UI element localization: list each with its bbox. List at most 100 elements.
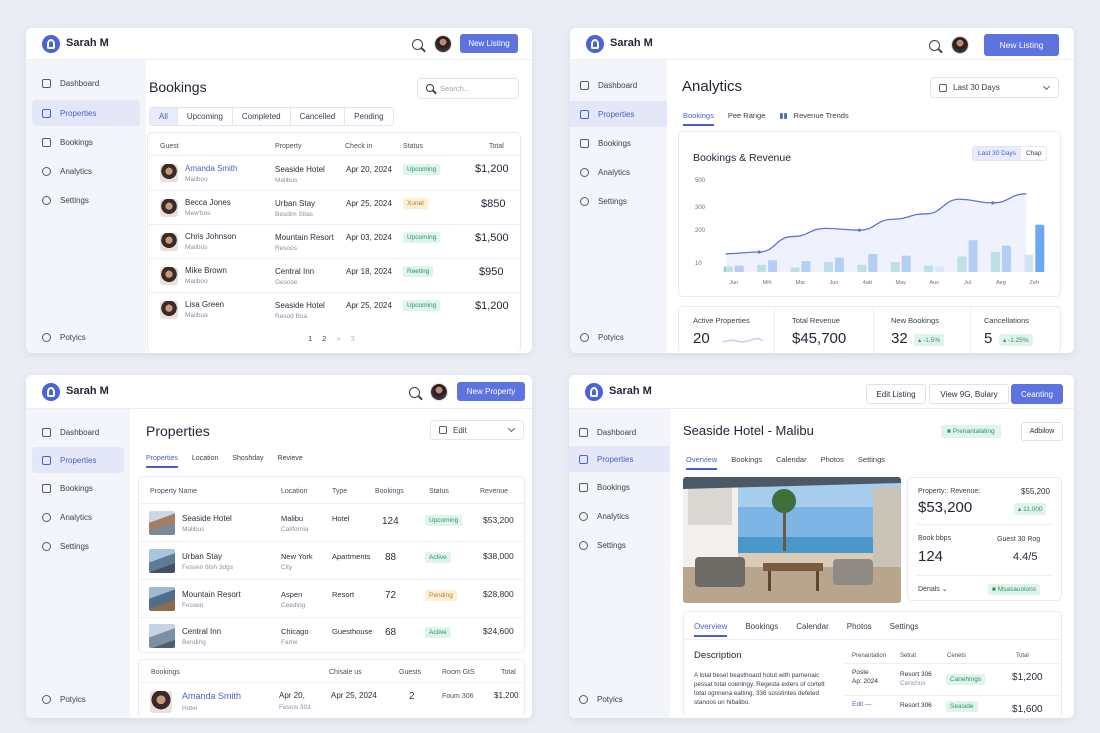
col-property-name[interactable]: Property Name <box>150 488 197 495</box>
col-chisale-us[interactable]: Chisale us <box>329 669 362 676</box>
table-row[interactable]: Chris Johnson Mailbus Mountain Resort Re… <box>148 224 520 258</box>
sidebar-item-dashboard[interactable]: Dashboard <box>32 419 124 445</box>
tab-pee-range[interactable]: Pee Range <box>728 111 766 126</box>
tab-calendar[interactable]: Calendar <box>776 455 806 470</box>
table-row[interactable]: Amanda Smith Hotel Apr 20, Fesnis 303 Ap… <box>139 682 524 718</box>
table-row[interactable]: Becca Jones Mew'bos Urban Stay Besdim Sl… <box>148 190 520 224</box>
tab-bookings[interactable]: Bookings <box>745 622 778 637</box>
table-row[interactable]: Central Inn Bending Chicago Fame Guestho… <box>139 617 524 654</box>
col-total[interactable]: Total <box>501 669 516 676</box>
sidebar-item-settings[interactable]: Settings <box>570 188 667 214</box>
sidebar-item-analytics[interactable]: Analytics <box>569 503 670 529</box>
guest-name[interactable]: Amanda Smith <box>182 691 241 701</box>
col-total[interactable]: Total <box>489 143 504 150</box>
col-cenets[interactable]: Cenets <box>947 653 966 659</box>
tab-calendar[interactable]: Calendar <box>796 622 828 637</box>
col-prenantation[interactable]: Prenantation <box>852 653 886 659</box>
col-guest[interactable]: Guest <box>160 143 179 150</box>
new-property-button[interactable]: New Property <box>457 382 525 401</box>
sidebar-item-dashboard[interactable]: Dashboard <box>570 72 667 98</box>
sidebar-item-bookings[interactable]: Bookings <box>569 474 670 500</box>
filter-pending[interactable]: Pending <box>345 108 392 125</box>
new-listing-button[interactable]: New Listing <box>984 34 1059 56</box>
guest-name[interactable]: Lisa Green <box>185 300 224 309</box>
page-next[interactable]: » <box>336 334 340 343</box>
tab-settings[interactable]: Settings <box>890 622 919 637</box>
tab-shoshday[interactable]: Shoshday <box>232 455 263 468</box>
table-row[interactable]: Mountain Resort Fessen Aspen Ceeding Res… <box>139 579 524 617</box>
page-3[interactable]: 3 <box>351 334 355 343</box>
col-setrat[interactable]: Setrat <box>900 653 916 659</box>
sidebar-item-bookings[interactable]: Bookings <box>32 129 140 155</box>
sidebar-item-bookings[interactable]: Bookings <box>570 130 667 156</box>
col-location[interactable]: Location <box>281 488 307 495</box>
search-icon[interactable] <box>412 39 423 50</box>
tab-photos[interactable]: Photos <box>847 622 872 637</box>
tab-overview[interactable]: Overview <box>694 622 728 637</box>
page-1[interactable]: 1 <box>308 334 312 343</box>
sidebar-item-bookings[interactable]: Bookings <box>32 475 124 501</box>
avatar[interactable] <box>434 35 452 53</box>
sidebar-item-potyics[interactable]: Potyics <box>32 324 140 350</box>
search-icon[interactable] <box>929 40 940 51</box>
table-row[interactable]: Edit — Resort 306 Seaside $1,600 <box>844 695 1061 718</box>
edit-listing-button[interactable]: Edit Listing <box>866 384 926 404</box>
col-checkin[interactable]: Check in <box>345 143 372 150</box>
edit-select[interactable]: Edit <box>430 420 524 440</box>
edit-link[interactable]: Edit — <box>852 701 872 708</box>
table-row[interactable]: Seaside Hotel Malibus Malibu California … <box>139 503 524 541</box>
guest-name[interactable]: Mike Brown <box>185 266 227 275</box>
sidebar-item-settings[interactable]: Settings <box>32 187 140 213</box>
col-guests[interactable]: Guests <box>399 669 421 676</box>
property-name[interactable]: Seaside Hotel <box>182 514 232 523</box>
col-bookings[interactable]: Bookings <box>375 488 404 495</box>
table-row[interactable]: Mike Brown Mailboo Central Inn Gesose Ap… <box>148 258 520 292</box>
tab-settings[interactable]: Settings <box>858 455 885 470</box>
property-name[interactable]: Central Inn <box>182 627 221 636</box>
sidebar-item-properties[interactable]: Properties <box>32 447 124 473</box>
tab-bookings[interactable]: Bookings <box>683 111 714 126</box>
sidebar-item-properties[interactable]: Properties <box>569 446 670 472</box>
filter-completed[interactable]: Completed <box>233 108 291 125</box>
date-range-select[interactable]: Last 30 Days <box>930 77 1059 98</box>
tab-revenue-trends[interactable]: ▮▮ Revenue Trends <box>779 111 848 126</box>
filter-cancelled[interactable]: Cancelled <box>291 108 346 125</box>
col-bookings[interactable]: Bookings <box>151 669 180 676</box>
col-property[interactable]: Property <box>275 143 301 150</box>
col-status[interactable]: Status <box>429 488 449 495</box>
tab-location[interactable]: Location <box>192 455 218 468</box>
sidebar-item-properties[interactable]: Properties <box>32 100 140 126</box>
search-icon[interactable] <box>409 387 420 398</box>
tab-properties[interactable]: Properties <box>146 455 178 468</box>
avatar[interactable] <box>951 36 969 54</box>
tab-photos[interactable]: Photos <box>821 455 844 470</box>
col-status[interactable]: Status <box>403 143 423 150</box>
table-row[interactable]: Urban Stay Fessen 8ish 3dgs New York Cit… <box>139 541 524 579</box>
table-row[interactable]: Amanda Smith Mailboo Seaside Hotel Malib… <box>148 155 520 190</box>
col-revenue[interactable]: Revenue <box>480 488 508 495</box>
avatar[interactable] <box>430 383 448 401</box>
adbilow-button[interactable]: Adbilow <box>1021 422 1063 441</box>
filter-upcoming[interactable]: Upcoming <box>178 108 233 125</box>
guest-name[interactable]: Becca Jones <box>185 198 231 207</box>
tab-revieve[interactable]: Revieve <box>278 455 303 468</box>
page-2[interactable]: 2 <box>322 334 326 343</box>
ceanting-button[interactable]: Ceanting <box>1011 384 1063 404</box>
table-row[interactable]: Poste Ap: 2024 Resort 306 Cenchus Canehi… <box>844 663 1061 695</box>
sidebar-item-analytics[interactable]: Analytics <box>570 159 667 185</box>
col-room[interactable]: Room GtS <box>442 669 475 676</box>
filter-all[interactable]: All <box>150 108 178 125</box>
property-name[interactable]: Urban Stay <box>182 552 222 561</box>
table-row[interactable]: Lisa Green Mailbua Seaside Hotel Resod B… <box>148 292 520 326</box>
new-listing-button[interactable]: New Listing <box>460 34 518 53</box>
sidebar-item-potyics[interactable]: Potyics <box>570 324 667 350</box>
sidebar-item-settings[interactable]: Settings <box>569 532 670 558</box>
tab-bookings[interactable]: Bookings <box>731 455 762 470</box>
search-input[interactable]: Search... <box>417 78 519 99</box>
guest-name[interactable]: Chris Johnson <box>185 232 236 241</box>
sidebar-item-settings[interactable]: Settings <box>32 533 124 559</box>
col-type[interactable]: Type <box>332 488 347 495</box>
denals-dropdown[interactable]: Denals ⌄ <box>918 585 948 593</box>
sidebar-item-properties[interactable]: Properties <box>570 101 667 127</box>
tab-overview[interactable]: Overview <box>686 455 718 470</box>
